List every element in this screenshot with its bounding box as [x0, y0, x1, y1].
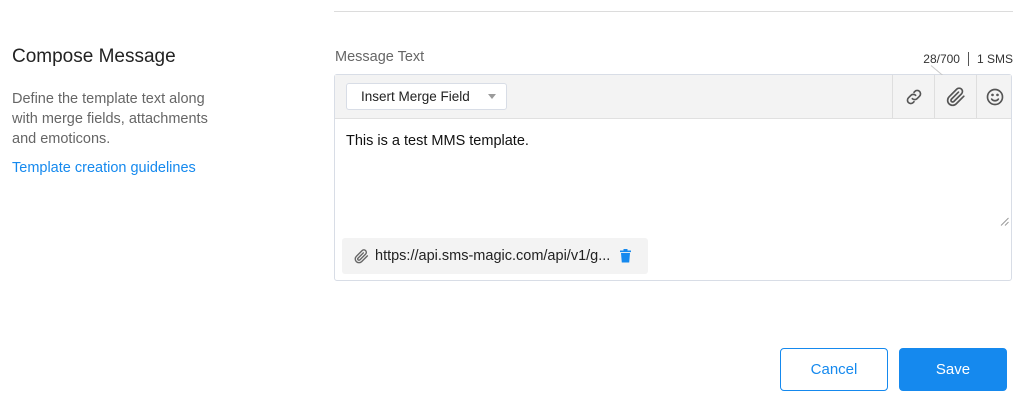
template-guidelines-link[interactable]: Template creation guidelines [12, 160, 196, 176]
attach-file-button[interactable] [934, 75, 976, 118]
insert-link-button[interactable] [892, 75, 934, 118]
delete-attachment-button[interactable] [620, 249, 632, 263]
section-description: Define the template text along with merg… [12, 91, 208, 147]
character-count: 28/700 [923, 52, 960, 66]
message-composer: Insert Merge Field This is a test MMS te… [334, 65, 1012, 281]
counter-separator [967, 52, 969, 66]
top-divider [334, 11, 1013, 12]
save-button[interactable]: Save [899, 348, 1007, 391]
composer-toolbar: Insert Merge Field [335, 75, 1011, 119]
link-icon [906, 89, 921, 104]
sms-count: 1 SMS [976, 52, 1013, 66]
smiley-icon [986, 88, 1003, 105]
chevron-down-icon [488, 94, 496, 99]
section-title: Compose Message [12, 46, 176, 67]
merge-field-label: Insert Merge Field [361, 89, 470, 104]
paperclip-icon [354, 248, 369, 263]
paperclip-icon [946, 86, 965, 106]
message-counter: 28/700 1 SMS [923, 52, 1013, 66]
message-text-label: Message Text [335, 49, 425, 65]
insert-emoticon-button[interactable] [976, 75, 1012, 118]
insert-merge-field-dropdown[interactable]: Insert Merge Field [346, 83, 507, 110]
attachment-url: https://api.sms-magic.com/api/v1/g... [375, 248, 611, 264]
cancel-button[interactable]: Cancel [780, 348, 888, 391]
message-textarea[interactable] [335, 119, 1011, 229]
attachment-chip: https://api.sms-magic.com/api/v1/g... [342, 238, 648, 274]
resize-handle-icon[interactable] [1000, 217, 1009, 226]
trash-icon [620, 249, 632, 263]
